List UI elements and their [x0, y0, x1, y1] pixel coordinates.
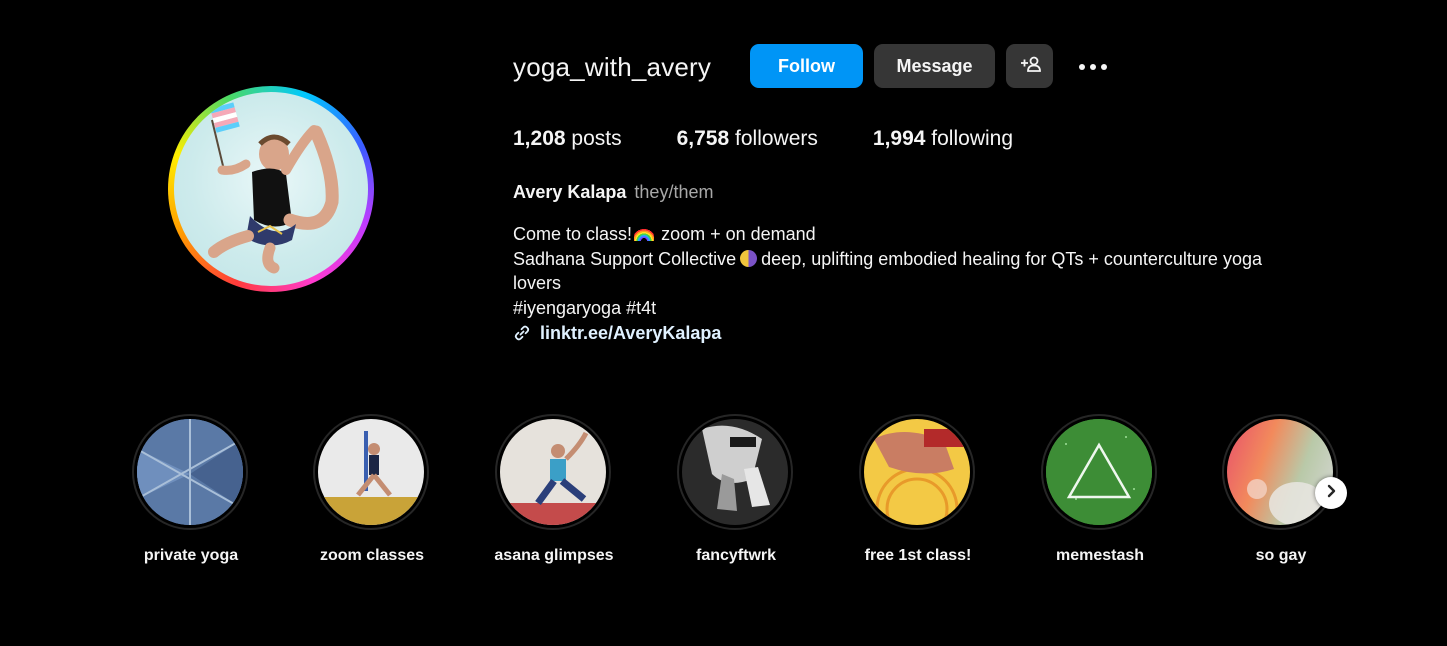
bio-link-row[interactable]: linktr.ee/AveryKalapa [513, 321, 1353, 346]
posts-label: posts [571, 127, 622, 150]
highlight-ring [495, 414, 611, 530]
highlight-item[interactable]: zoom classes [307, 413, 437, 583]
full-name: Avery Kalapa [513, 182, 627, 202]
highlight-item[interactable]: memestash [1035, 413, 1165, 583]
bio-line: lovers [513, 273, 562, 293]
highlight-label: fancyftwrk [695, 547, 777, 564]
highlight-cover [1227, 419, 1333, 525]
profile-name-row: Avery Kalapa they/them [513, 182, 713, 203]
profile-avatar[interactable] [168, 86, 374, 292]
highlight-cover [137, 419, 243, 525]
highlight-cover [318, 419, 424, 525]
followers-count: 6,758 [676, 127, 730, 150]
highlight-ring [1041, 414, 1157, 530]
highlight-cover [500, 419, 606, 525]
bio-line: Come to class! zoom + on demand [513, 222, 1353, 247]
highlight-ring [1222, 414, 1338, 530]
bio-text: zoom + on demand [661, 224, 816, 244]
highlight-ring [313, 414, 429, 530]
highlight-item[interactable]: fancyftwrk [671, 413, 801, 583]
profile-username: yoga_with_avery [513, 52, 712, 82]
following-count: 1,994 [872, 127, 926, 150]
bio-link[interactable]: linktr.ee/AveryKalapa [540, 321, 721, 346]
highlight-ring [859, 414, 975, 530]
profile-bio: Come to class! zoom + on demand Sadhana … [513, 222, 1353, 346]
posts-stat: 1,208 posts [513, 127, 622, 151]
highlight-item[interactable]: free 1st class! [853, 413, 983, 583]
bio-text: Come to class! [513, 224, 633, 244]
link-icon [513, 324, 531, 342]
highlight-label: asana glimpses [494, 547, 614, 564]
more-options-dot [1090, 64, 1096, 70]
highlight-cover [864, 419, 970, 525]
bio-hashtags[interactable]: #iyengaryoga #t4t [513, 296, 1353, 321]
more-options-button[interactable] [1072, 52, 1114, 82]
highlight-label: free 1st class! [864, 547, 972, 564]
followers-stat[interactable]: 6,758 followers [677, 127, 818, 151]
suggest-users-button[interactable] [1006, 44, 1053, 88]
avatar-photo [174, 92, 368, 286]
highlight-cover [682, 419, 788, 525]
highlight-ring [677, 414, 793, 530]
pronouns: they/them [634, 182, 714, 202]
profile-page: yoga_with_avery Follow Message 1,208 pos… [0, 0, 1447, 646]
more-options-dot [1101, 64, 1107, 70]
bio-line: Sadhana Support Collective deep, upliftin… [513, 247, 1353, 272]
highlight-label: so gay [1255, 547, 1307, 564]
bio-text: Sadhana Support Collective [513, 248, 737, 269]
half-moon-emoji-icon [740, 249, 758, 267]
profile-stats: 1,208 posts 6,758 followers 1,994 follow… [513, 127, 1068, 151]
highlights-next-button[interactable] [1315, 477, 1347, 509]
highlight-item[interactable]: private yoga [126, 413, 256, 583]
more-options-icon [1079, 64, 1085, 70]
highlight-label: private yoga [143, 547, 239, 564]
rainbow-emoji-icon [634, 227, 655, 241]
bio-text: deep, uplifting embodied healing for QTs… [761, 248, 1262, 269]
following-stat[interactable]: 1,994 following [873, 127, 1013, 151]
followers-label: followers [735, 127, 818, 150]
highlight-label: memestash [1055, 547, 1145, 564]
highlight-item[interactable]: asana glimpses [489, 413, 619, 583]
posts-count: 1,208 [513, 127, 566, 150]
highlight-ring [132, 414, 248, 530]
follow-button[interactable]: Follow [750, 44, 863, 88]
chevron-right-icon [1324, 484, 1338, 503]
following-label: following [931, 127, 1014, 150]
add-user-icon [1019, 55, 1041, 78]
message-button[interactable]: Message [874, 44, 995, 88]
highlight-cover [1046, 419, 1152, 525]
highlight-label: zoom classes [319, 547, 425, 564]
